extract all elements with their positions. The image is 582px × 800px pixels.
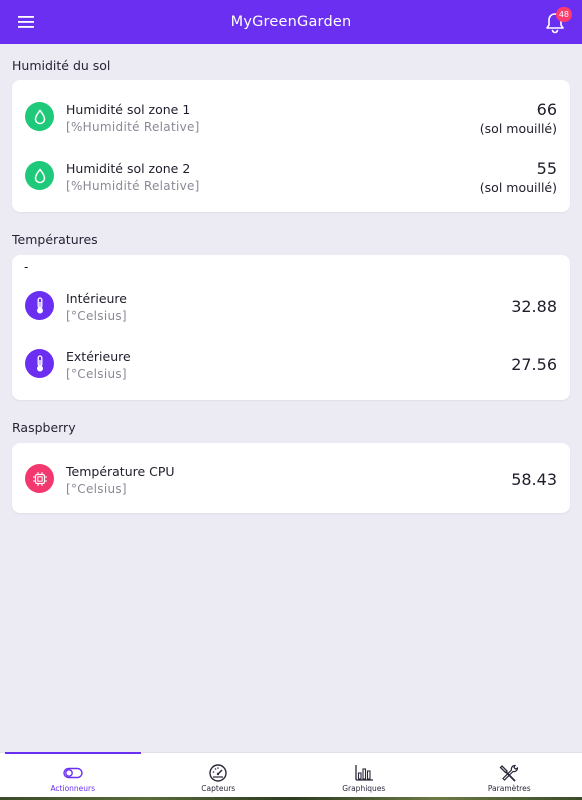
thermometer-icon [25, 349, 54, 378]
sensor-name: Intérieure [66, 291, 127, 306]
sensor-row-cpu-temp[interactable]: Température CPU [°Celsius] 58.43 [12, 454, 570, 504]
section-title-raspberry: Raspberry [12, 420, 76, 435]
sensor-name: Extérieure [66, 349, 131, 364]
sensor-row-humidity-zone-2[interactable]: Humidité sol zone 2 [%Humidité Relative]… [12, 151, 570, 201]
nav-tab-capteurs[interactable]: Capteurs [146, 753, 292, 800]
sensor-status: (sol mouillé) [479, 121, 557, 136]
app-title: MyGreenGarden [230, 14, 352, 30]
tools-icon [499, 764, 519, 782]
sensor-value: 66 [536, 100, 557, 119]
nav-label: Graphiques [342, 784, 386, 793]
sensor-status: (sol mouillé) [479, 180, 557, 195]
sensor-unit: [°Celsius] [66, 367, 127, 381]
thermometer-icon [25, 291, 54, 320]
nav-label: Paramètres [487, 784, 531, 793]
nav-tab-graphiques[interactable]: Graphiques [291, 753, 437, 800]
notifications-button[interactable]: 48 [542, 7, 572, 36]
temperatures-card: - Intérieure [°Celsius] 32.88 Extérieure… [12, 255, 570, 400]
cpu-chip-icon [25, 464, 54, 493]
app-bar: MyGreenGarden 48 [0, 0, 582, 44]
nav-label: Capteurs [201, 784, 236, 793]
main-content: Humidité du sol Humidité sol zone 1 [%Hu… [0, 44, 582, 752]
toggle-icon [63, 767, 83, 779]
menu-button[interactable] [14, 12, 38, 32]
sensor-name: Humidité sol zone 2 [66, 161, 191, 176]
sensor-name: Température CPU [66, 464, 175, 479]
section-title-temperatures: Températures [12, 232, 98, 247]
sensor-unit: [°Celsius] [66, 309, 127, 323]
sensor-unit: [°Celsius] [66, 482, 127, 496]
placeholder-dash: - [24, 260, 29, 274]
nav-tab-actionneurs[interactable]: Actionneurs [0, 752, 146, 800]
water-drop-icon [25, 102, 54, 131]
sensor-value: 55 [536, 159, 557, 178]
sensor-row-temp-interior[interactable]: Intérieure [°Celsius] 32.88 [12, 281, 570, 331]
hamburger-icon [18, 16, 34, 28]
sensor-row-temp-exterior[interactable]: Extérieure [°Celsius] 27.56 [12, 339, 570, 389]
sensor-row-humidity-zone-1[interactable]: Humidité sol zone 1 [%Humidité Relative]… [12, 92, 570, 142]
raspberry-card: Température CPU [°Celsius] 58.43 [12, 443, 570, 513]
section-title-humidity: Humidité du sol [12, 58, 111, 73]
bottom-navigation: Actionneurs Capteurs Graphiques Paramètr… [0, 752, 582, 800]
nav-label: Actionneurs [50, 784, 96, 793]
gauge-icon [209, 764, 227, 782]
notification-badge: 48 [555, 7, 572, 22]
sensor-name: Humidité sol zone 1 [66, 102, 191, 117]
nav-tab-parametres[interactable]: Paramètres [437, 753, 582, 800]
sensor-value: 58.43 [511, 470, 557, 489]
sensor-unit: [%Humidité Relative] [66, 179, 200, 193]
sensor-value: 27.56 [511, 355, 557, 374]
water-drop-icon [25, 161, 54, 190]
bar-chart-icon [355, 765, 373, 781]
sensor-unit: [%Humidité Relative] [66, 120, 200, 134]
sensor-value: 32.88 [511, 297, 557, 316]
humidity-card: Humidité sol zone 1 [%Humidité Relative]… [12, 80, 570, 212]
